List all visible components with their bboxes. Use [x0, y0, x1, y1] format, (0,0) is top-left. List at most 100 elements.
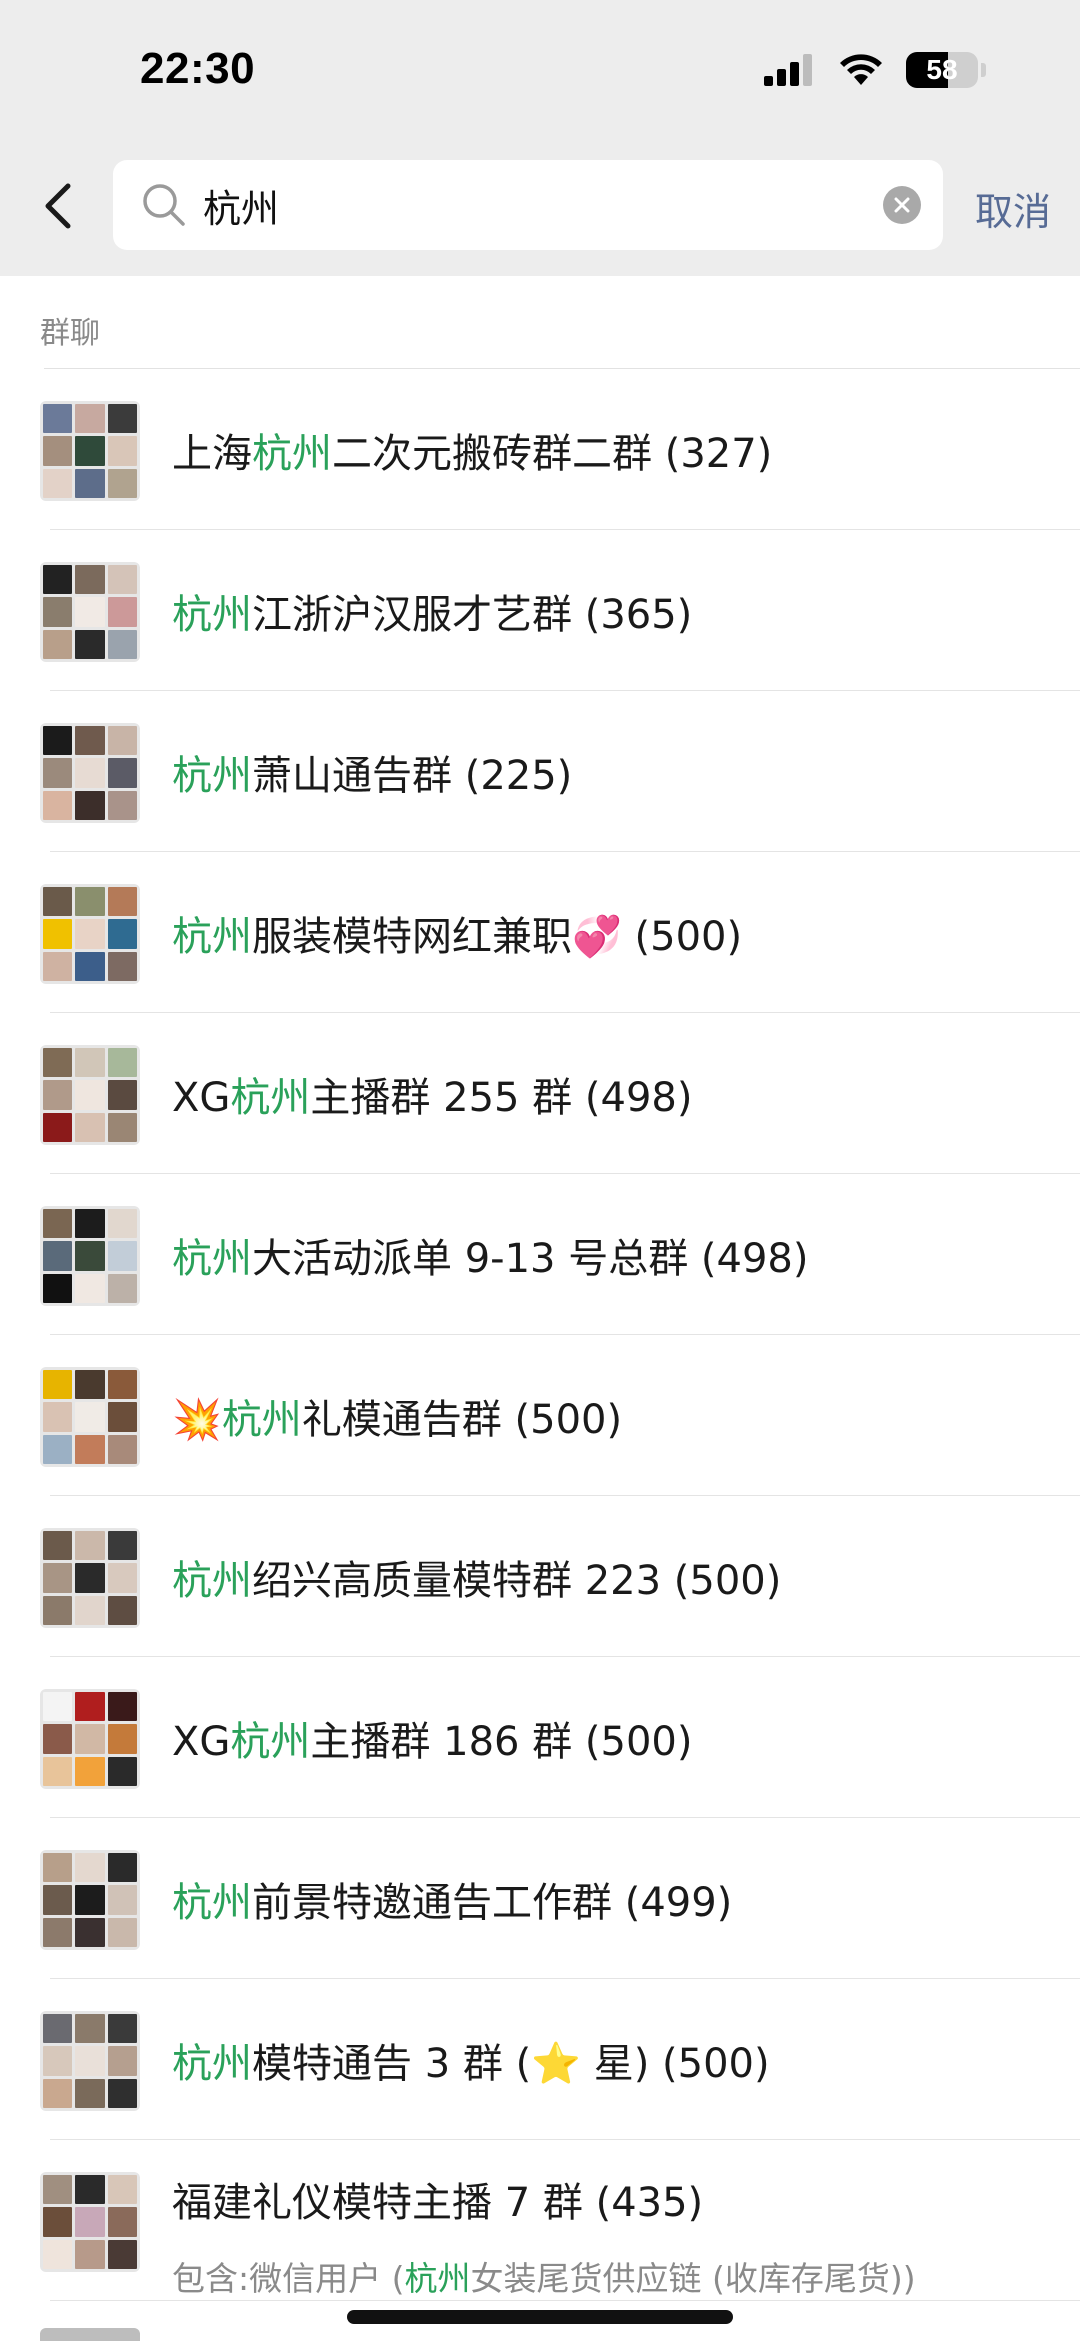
avatar-tile — [75, 1434, 105, 1464]
group-name-suffix: 二次元搬砖群二群 (327) — [332, 431, 773, 477]
avatar-tile — [75, 468, 105, 498]
keyword-highlight: 杭州 — [230, 1719, 311, 1765]
avatar-tile — [107, 1853, 137, 1883]
keyword-highlight: 杭州 — [172, 2041, 252, 2087]
avatar-tile — [43, 1434, 73, 1464]
member-match-part: 女装尾货供应链 (收库存尾货)) — [470, 2259, 916, 2298]
group-name: 杭州萧山通告群 (225) — [172, 743, 572, 801]
avatar-tile — [43, 404, 73, 434]
avatar-tile — [43, 1756, 73, 1786]
group-avatar — [40, 884, 140, 984]
avatar-tile — [75, 2207, 105, 2237]
group-name-prefix: 上海 — [172, 431, 252, 477]
wifi-icon — [840, 54, 882, 85]
avatar-tile — [107, 726, 137, 756]
group-name: 杭州绍兴高质量模特群 223 (500) — [172, 1548, 781, 1606]
avatar-tile — [75, 565, 105, 595]
signal-icon — [764, 54, 812, 86]
avatar-tile — [75, 1692, 105, 1722]
group-name: 上海杭州二次元搬砖群二群 (327) — [172, 421, 772, 479]
avatar-tile — [43, 1273, 73, 1303]
avatar-tile — [107, 2175, 137, 2205]
search-input[interactable] — [203, 178, 863, 232]
avatar-tile — [43, 790, 73, 820]
avatar-tile — [43, 2046, 73, 2076]
avatar-tile — [43, 1080, 73, 1110]
clear-search-button[interactable] — [883, 186, 921, 224]
search-icon — [143, 184, 185, 226]
avatar-tile — [75, 1563, 105, 1593]
group-name-prefix: XG — [172, 1719, 231, 1765]
group-name: 杭州大活动派单 9-13 号总群 (498) — [172, 1226, 808, 1284]
group-name-suffix: 模特通告 3 群 (⭐ 星) (500) — [252, 2041, 770, 2087]
avatar-tile — [75, 2078, 105, 2108]
section-title: 群聊 — [40, 316, 100, 351]
avatar-tile — [107, 1048, 137, 1078]
group-result-row[interactable]: 杭州萧山通告群 (225) — [0, 691, 1080, 852]
avatar-tile — [75, 1595, 105, 1625]
search-box[interactable] — [113, 160, 943, 250]
home-indicator[interactable] — [347, 2310, 733, 2324]
avatar-tile — [75, 951, 105, 981]
back-button[interactable] — [38, 178, 78, 234]
avatar-tile — [75, 2239, 105, 2269]
keyword-highlight: 杭州 — [252, 431, 332, 477]
avatar-tile — [43, 1595, 73, 1625]
group-result-row[interactable]: 福建礼仪模特主播 7 群 (435) 包含:微信用户 (杭州女装尾货供应链 (收库… — [0, 2140, 1080, 2301]
avatar-tile — [75, 404, 105, 434]
group-name-suffix: 大活动派单 9-13 号总群 (498) — [252, 1236, 809, 1282]
keyword-highlight: 杭州 — [221, 1397, 302, 1443]
avatar-tile — [107, 1273, 137, 1303]
avatar-tile — [107, 436, 137, 466]
avatar-tile — [75, 1724, 105, 1754]
avatar-tile — [43, 1402, 73, 1432]
avatar-tile — [75, 1080, 105, 1110]
avatar-tile — [107, 1756, 137, 1786]
avatar-tile — [43, 565, 73, 595]
battery-level-text: 58 — [926, 54, 958, 85]
avatar-tile — [107, 404, 137, 434]
avatar-tile — [107, 1724, 137, 1754]
group-result-row[interactable]: 上海杭州二次元搬砖群二群 (327) — [0, 369, 1080, 530]
avatar-tile — [107, 597, 137, 627]
avatar-tile — [43, 951, 73, 981]
group-result-row[interactable]: XG杭州主播群 186 群 (500) — [0, 1657, 1080, 1818]
avatar-tile — [43, 1724, 73, 1754]
avatar-tile — [43, 1692, 73, 1722]
keyword-highlight: 杭州 — [230, 1075, 311, 1121]
group-avatar — [40, 1045, 140, 1145]
group-result-row[interactable]: 杭州模特通告 3 群 (⭐ 星) (500) — [0, 1979, 1080, 2140]
avatar-tile — [75, 1853, 105, 1883]
avatar-tile — [75, 2014, 105, 2044]
member-match-text: 包含:微信用户 (杭州女装尾货供应链 (收库存尾货)) — [172, 2252, 916, 2300]
avatar-tile — [43, 1112, 73, 1142]
avatar-tile — [43, 2078, 73, 2108]
group-result-row[interactable]: XG杭州主播群 255 群 (498) — [0, 1013, 1080, 1174]
avatar-tile — [107, 1370, 137, 1400]
cancel-button[interactable]: 取消 — [975, 181, 1051, 236]
avatar-tile — [75, 758, 105, 788]
avatar-tile — [75, 1370, 105, 1400]
group-result-row[interactable]: 杭州大活动派单 9-13 号总群 (498) — [0, 1174, 1080, 1335]
avatar-tile — [107, 2014, 137, 2044]
avatar-tile — [43, 436, 73, 466]
avatar-tile — [75, 1209, 105, 1239]
group-result-row[interactable]: 💥杭州礼模通告群 (500) — [0, 1335, 1080, 1496]
avatar-tile — [75, 1048, 105, 1078]
avatar-tile — [107, 2207, 137, 2237]
avatar-tile — [43, 2239, 73, 2269]
avatar-tile — [43, 2014, 73, 2044]
chevron-left-icon — [45, 183, 71, 229]
avatar-tile — [43, 2175, 73, 2205]
group-result-row[interactable]: 杭州绍兴高质量模特群 223 (500) — [0, 1496, 1080, 1657]
avatar-tile — [75, 1273, 105, 1303]
group-result-row[interactable]: 杭州服装模特网红兼职💞 (500) — [0, 852, 1080, 1013]
keyword-highlight: 杭州 — [172, 753, 252, 799]
group-result-row[interactable]: 杭州江浙沪汉服才艺群 (365) — [0, 530, 1080, 691]
avatar-tile — [107, 629, 137, 659]
group-result-row[interactable]: 杭州前景特邀通告工作群 (499) — [0, 1818, 1080, 1979]
avatar-tile — [75, 629, 105, 659]
keyword-highlight: 杭州 — [404, 2259, 471, 2298]
avatar-tile — [107, 2239, 137, 2269]
avatar-tile — [43, 1885, 73, 1915]
